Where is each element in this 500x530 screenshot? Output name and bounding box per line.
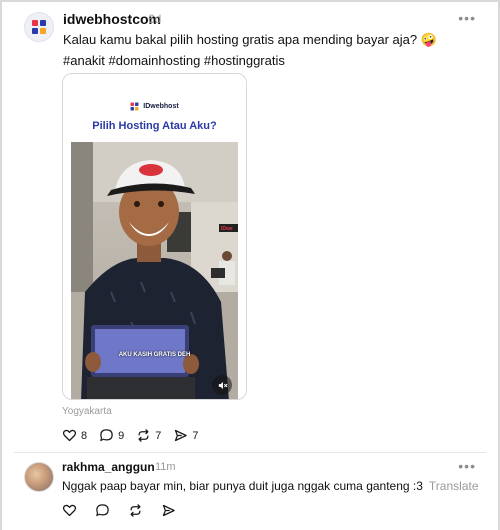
send-icon [175,429,188,442]
media-title: Pilih Hosting Atau Aku? [92,120,217,132]
frame-left-border [0,0,2,530]
comment-username[interactable]: rakhma_anggun [62,460,155,474]
video-caption: AKU KASIH GRATIS DEH [118,352,191,358]
send-icon [162,504,175,517]
post-divider [14,452,486,453]
wall-logo-text: IDwe [221,226,233,232]
post-text: Kalau kamu bakal pilih hosting gratis ap… [63,32,437,47]
share-count: 7 [192,429,199,442]
repost-count: 7 [155,429,162,442]
repost-icon [130,504,141,517]
comment-body: Nggak paap bayar min, biar punya duit ju… [62,479,423,493]
comment-more-options-button[interactable]: ••• [458,458,476,474]
translate-link[interactable]: Translate [429,479,479,493]
heart-icon [62,504,77,517]
media-brand-name: IDwebhost [143,103,179,110]
repost-button[interactable]: 7 [136,428,161,443]
idwebhost-logo-icon [32,20,46,34]
frame-top-border [0,0,500,2]
speech-bubble-icon [96,504,109,517]
like-button[interactable]: 8 [62,428,87,443]
post-avatar[interactable] [24,12,54,42]
comment-timestamp: 11m [155,461,176,473]
speech-bubble-icon [100,429,113,442]
post-timestamp: 6d [148,12,162,26]
comment-text: Nggak paap bayar min, biar punya duit ju… [62,478,479,494]
video-frame: IDwe AKU KASIH GRATIS DEH [71,142,238,399]
idwebhost-logo-icon [130,102,139,111]
repost-icon [138,429,149,442]
comment-like-button[interactable] [62,503,77,518]
post-username[interactable]: idwebhostcom [63,11,161,27]
share-button[interactable]: 7 [173,428,199,443]
mute-button[interactable] [212,375,232,395]
post-location[interactable]: Yogyakarta [62,406,112,417]
comment-repost-button[interactable] [128,503,143,518]
comment-share-button[interactable] [161,503,176,518]
post-more-options-button[interactable]: ••• [458,10,476,26]
comment-button[interactable]: 9 [99,428,124,443]
post-video[interactable]: IDwebhost Pilih Hosting Atau Aku? IDwe A… [62,73,247,400]
comment-reply-button[interactable] [95,503,110,518]
comment-avatar[interactable] [24,462,54,492]
post-action-bar: 8 9 7 7 [62,428,199,443]
post-hashtags[interactable]: #anakit #domainhosting #hostinggratis [63,52,285,70]
media-brand: IDwebhost [63,102,246,111]
like-count: 8 [81,429,88,442]
comment-action-bar [62,503,176,518]
heart-icon [62,429,77,442]
speaker-muted-icon [218,381,227,389]
person-with-laptop-illustration: IDwe [71,142,238,399]
comment-count: 9 [118,429,125,442]
